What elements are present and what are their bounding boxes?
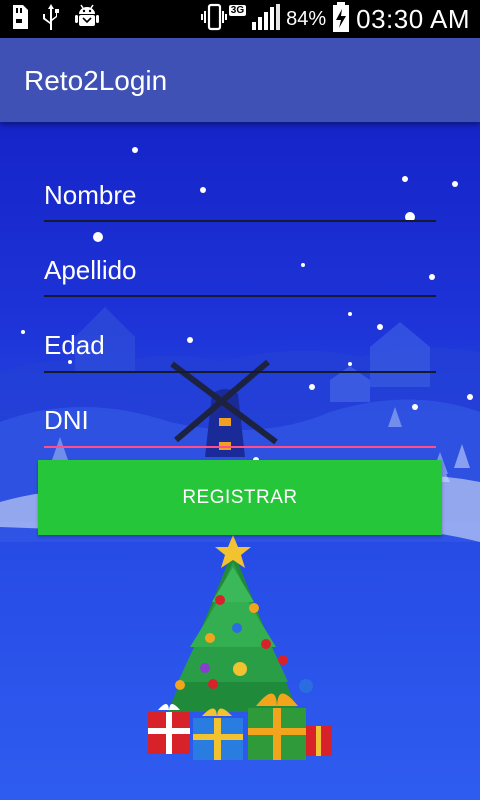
status-bar-system: 3G 84% 03:30 AM bbox=[200, 1, 470, 37]
android-debug-icon bbox=[74, 4, 100, 35]
register-button[interactable]: REGISTRAR bbox=[38, 460, 442, 535]
status-bar-notifications bbox=[10, 3, 100, 35]
app-title: Reto2Login bbox=[24, 65, 168, 96]
dni-input-hint[interactable]: DNI bbox=[44, 405, 436, 436]
clock: 03:30 AM bbox=[356, 3, 470, 34]
battery-percent: 84% bbox=[286, 7, 327, 30]
battery-charging-icon bbox=[332, 1, 350, 37]
app-bar: Reto2Login bbox=[0, 38, 480, 122]
apellido-field[interactable]: Apellido bbox=[44, 255, 436, 297]
sd-card-icon bbox=[10, 4, 28, 34]
vibrate-icon bbox=[200, 3, 227, 36]
nombre-input-hint[interactable]: Nombre bbox=[44, 180, 436, 211]
status-bar: 3G 84% 03:30 AM bbox=[0, 0, 480, 38]
edad-underline bbox=[44, 371, 436, 373]
nombre-field[interactable]: Nombre bbox=[44, 180, 436, 222]
register-button-label: REGISTRAR bbox=[182, 486, 298, 508]
nombre-underline bbox=[44, 220, 436, 222]
usb-icon bbox=[42, 3, 60, 35]
apellido-underline bbox=[44, 295, 436, 297]
edad-input-hint[interactable]: Edad bbox=[44, 330, 436, 361]
signal-icon bbox=[252, 3, 281, 35]
network-type-badge: 3G bbox=[228, 4, 247, 16]
apellido-input-hint[interactable]: Apellido bbox=[44, 255, 436, 286]
dni-underline-focused bbox=[44, 446, 436, 448]
edad-field[interactable]: Edad bbox=[44, 330, 436, 373]
dni-field[interactable]: DNI bbox=[44, 405, 436, 448]
